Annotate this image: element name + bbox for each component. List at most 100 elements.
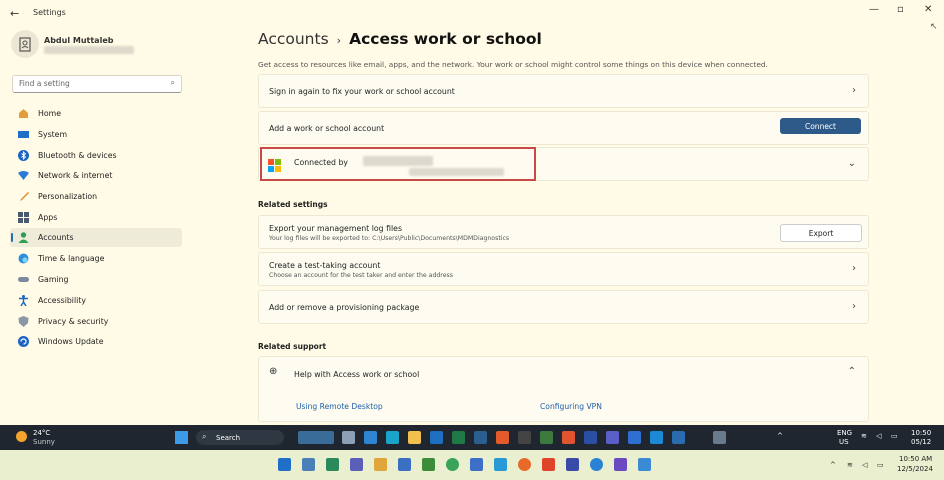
firefox-icon[interactable] [518, 458, 531, 471]
test-taking-card[interactable]: Create a test-taking account Choose an a… [258, 252, 869, 286]
volume-icon[interactable]: ◁ [876, 432, 881, 440]
word-icon[interactable] [430, 431, 443, 444]
sidebar-item-apps[interactable]: Apps [10, 208, 182, 227]
taskbar-search[interactable]: ⌕ Search [196, 430, 284, 445]
brave-icon[interactable] [496, 431, 509, 444]
back-arrow-icon[interactable]: ← [10, 7, 19, 20]
folder-icon[interactable] [408, 431, 421, 444]
battery-icon[interactable]: ▭ [877, 461, 884, 469]
whatsapp-icon[interactable] [446, 458, 459, 471]
globe-clock-icon [18, 253, 29, 264]
terminal-icon[interactable] [518, 431, 531, 444]
sidebar-item-label: Gaming [38, 275, 69, 284]
chevron-right-icon: › [852, 85, 856, 96]
add-account-card: Add a work or school account Connect [258, 111, 869, 145]
link-remote-desktop[interactable]: Using Remote Desktop [296, 402, 383, 411]
app-icon[interactable] [562, 431, 575, 444]
minimize-icon[interactable]: — [869, 4, 879, 15]
sidebar-item-label: Time & language [38, 254, 105, 263]
home-icon [19, 109, 28, 118]
bluetooth-icon [18, 150, 29, 161]
app-icon[interactable] [590, 458, 603, 471]
app-icon[interactable] [302, 458, 315, 471]
breadcrumb-parent[interactable]: Accounts [258, 30, 329, 48]
app-icon[interactable] [326, 458, 339, 471]
sidebar-item-accessibility[interactable]: Accessibility [10, 291, 182, 310]
help-title: Help with Access work or school [294, 370, 420, 379]
brush-icon [20, 192, 29, 201]
clock-time[interactable]: 10:50 AM [899, 455, 932, 463]
globe-icon: ⊕ [269, 366, 278, 377]
sidebar-item-label: Accounts [38, 233, 74, 242]
connect-button[interactable]: Connect [780, 118, 861, 134]
teams-icon[interactable] [606, 431, 619, 444]
app-icon[interactable] [364, 431, 377, 444]
user-icon [19, 37, 31, 52]
profile-name: Abdul Muttaleb [44, 36, 114, 45]
selection-indicator [11, 233, 13, 242]
chevron-up-icon[interactable]: ^ [777, 432, 783, 440]
app-icon[interactable] [566, 458, 579, 471]
close-icon[interactable]: ✕ [924, 4, 932, 15]
taskbar-search-label: Search [216, 434, 241, 442]
sidebar-item-home[interactable]: Home [10, 104, 182, 123]
wifi-icon[interactable]: ≋ [861, 432, 867, 440]
windows-start-icon[interactable] [175, 431, 188, 444]
chevron-up-icon[interactable]: ^ [830, 461, 836, 469]
clock-date: 05/12 [911, 438, 932, 446]
volume-icon[interactable]: ◁ [862, 461, 867, 469]
gamepad-icon [18, 277, 29, 282]
chevron-up-icon: ⌃ [847, 366, 856, 377]
link-configuring-vpn[interactable]: Configuring VPN [540, 402, 602, 411]
app-icon[interactable] [628, 431, 641, 444]
edge-icon[interactable] [386, 431, 399, 444]
app-icon[interactable] [474, 431, 487, 444]
app-icon[interactable] [494, 458, 507, 471]
settings-gear-icon[interactable] [713, 431, 726, 444]
sidebar-item-time-language[interactable]: Time & language [10, 249, 182, 268]
app-icon[interactable] [650, 431, 663, 444]
related-support-heading: Related support [258, 342, 327, 351]
app-icon[interactable] [584, 431, 597, 444]
app-icon[interactable] [398, 458, 411, 471]
app-icon[interactable] [672, 431, 685, 444]
signin-again-card[interactable]: Sign in again to fix your work or school… [258, 74, 869, 108]
language-label[interactable]: ENG [837, 429, 852, 437]
remote-desktop-icon[interactable] [638, 458, 651, 471]
sidebar-item-system[interactable]: System [10, 125, 182, 144]
breadcrumb-separator: › [336, 34, 342, 47]
excel-icon[interactable] [452, 431, 465, 444]
sidebar-item-gaming[interactable]: Gaming [10, 270, 182, 289]
avatar [11, 30, 39, 58]
sidebar-item-privacy[interactable]: Privacy & security [10, 312, 182, 331]
signin-again-label: Sign in again to fix your work or school… [269, 87, 455, 96]
folder-icon[interactable] [374, 458, 387, 471]
widget-icon[interactable] [298, 431, 334, 444]
windows-start-icon[interactable] [278, 458, 291, 471]
app-icon[interactable] [614, 458, 627, 471]
task-view-icon[interactable] [342, 431, 355, 444]
sidebar-item-label: Home [38, 109, 62, 118]
app-icon[interactable] [540, 431, 553, 444]
search-input[interactable]: Find a setting ⌕ [12, 75, 182, 93]
sidebar-item-accounts[interactable]: Accounts [10, 228, 182, 247]
help-card[interactable]: ⊕ Help with Access work or school ⌃ Usin… [258, 356, 869, 422]
sidebar-item-windows-update[interactable]: Windows Update [10, 332, 182, 351]
maximize-icon[interactable]: ▫ [897, 4, 904, 15]
export-button[interactable]: Export [780, 224, 862, 242]
app-icon[interactable] [350, 458, 363, 471]
sidebar-item-network[interactable]: Network & internet [10, 166, 182, 185]
brave-icon[interactable] [542, 458, 555, 471]
sidebar-item-bluetooth[interactable]: Bluetooth & devices [10, 146, 182, 165]
title-bar: ← Settings — ▫ ✕ [0, 0, 944, 28]
app-icon[interactable] [470, 458, 483, 471]
provisioning-card[interactable]: Add or remove a provisioning package › [258, 290, 869, 324]
battery-icon[interactable]: ▭ [891, 432, 898, 440]
chevron-right-icon: › [852, 301, 856, 312]
page-title: Access work or school [349, 30, 542, 48]
app-icon[interactable] [422, 458, 435, 471]
sidebar-item-personalization[interactable]: Personalization [10, 187, 182, 206]
wifi-icon[interactable]: ≋ [847, 461, 853, 469]
clock-time[interactable]: 10:50 [911, 429, 931, 437]
mouse-cursor-icon: ↖ [930, 22, 938, 32]
